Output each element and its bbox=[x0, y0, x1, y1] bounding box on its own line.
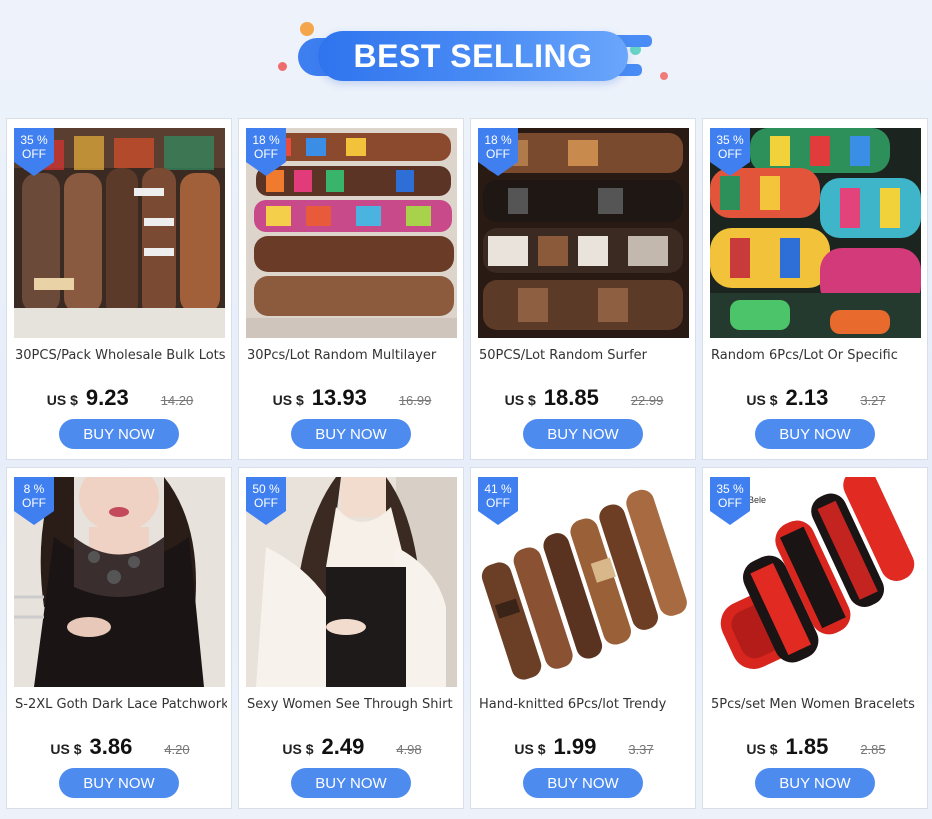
discount-badge: 8 % OFF bbox=[14, 477, 54, 525]
discount-badge: 35 % OFF bbox=[14, 128, 54, 176]
buy-now-button[interactable]: BUY NOW bbox=[755, 419, 875, 449]
discount-percent: 18 % bbox=[484, 133, 512, 147]
price-row: US $ 3.86 4.20 bbox=[7, 734, 233, 759]
discount-off: OFF bbox=[486, 147, 510, 161]
old-price: 22.99 bbox=[630, 393, 664, 408]
product-card[interactable]: 50 % OFF Sexy Women See Through Shirt US… bbox=[238, 467, 464, 809]
currency: US $ bbox=[50, 741, 82, 757]
header-banner: BEST SELLING bbox=[0, 0, 932, 110]
product-title[interactable]: 30PCS/Pack Wholesale Bulk Lots bbox=[15, 348, 227, 363]
price-row: US $ 18.85 22.99 bbox=[471, 385, 697, 410]
old-price: 4.20 bbox=[164, 742, 190, 757]
discount-off: OFF bbox=[22, 147, 46, 161]
old-price: 3.27 bbox=[860, 393, 886, 408]
price: 2.49 bbox=[321, 734, 365, 759]
product-card[interactable]: 8 % OFF S-2XL Goth Dark Lace Patchwork U… bbox=[6, 467, 232, 809]
buy-now-button[interactable]: BUY NOW bbox=[59, 419, 179, 449]
product-card[interactable]: 41 % OFF Hand-knitted 6Pcs/lot Trendy US… bbox=[470, 467, 696, 809]
price: 9.23 bbox=[85, 385, 129, 410]
product-title[interactable]: S-2XL Goth Dark Lace Patchwork bbox=[15, 697, 227, 712]
currency: US $ bbox=[282, 741, 314, 757]
discount-percent: 8 % bbox=[23, 482, 45, 496]
image-watermark-text: Bele bbox=[748, 495, 766, 505]
currency: US $ bbox=[746, 741, 778, 757]
buy-now-button[interactable]: BUY NOW bbox=[755, 768, 875, 798]
discount-off: OFF bbox=[254, 496, 278, 510]
product-title[interactable]: 5Pcs/set Men Women Bracelets bbox=[711, 697, 923, 712]
discount-badge: 41 % OFF bbox=[478, 477, 518, 525]
price-row: US $ 1.99 3.37 bbox=[471, 734, 697, 759]
product-card[interactable]: Bele 35 % OFF 5Pcs/set Men Women Bracele… bbox=[702, 467, 928, 809]
currency: US $ bbox=[504, 392, 536, 408]
product-grid: 35 % OFF 30PCS/Pack Wholesale Bulk Lots … bbox=[6, 118, 928, 809]
product-card[interactable]: 35 % OFF Random 6Pcs/Lot Or Specific US … bbox=[702, 118, 928, 460]
old-price: 4.98 bbox=[396, 742, 422, 757]
price: 3.86 bbox=[89, 734, 133, 759]
product-card[interactable]: 35 % OFF 30PCS/Pack Wholesale Bulk Lots … bbox=[6, 118, 232, 460]
currency: US $ bbox=[46, 392, 78, 408]
discount-badge: 50 % OFF bbox=[246, 477, 286, 525]
buy-now-button[interactable]: BUY NOW bbox=[291, 768, 411, 798]
buy-now-button[interactable]: BUY NOW bbox=[523, 768, 643, 798]
buy-now-button[interactable]: BUY NOW bbox=[291, 419, 411, 449]
product-card[interactable]: 18 % OFF 50PCS/Lot Random Surfer US $ 18… bbox=[470, 118, 696, 460]
price: 1.99 bbox=[553, 734, 597, 759]
decor-dot bbox=[300, 22, 314, 36]
product-card[interactable]: 18 % OFF 30Pcs/Lot Random Multilayer US … bbox=[238, 118, 464, 460]
buy-now-button[interactable]: BUY NOW bbox=[59, 768, 179, 798]
discount-off: OFF bbox=[254, 147, 278, 161]
currency: US $ bbox=[514, 741, 546, 757]
price: 13.93 bbox=[311, 385, 367, 410]
old-price: 3.37 bbox=[628, 742, 654, 757]
discount-badge: 18 % OFF bbox=[478, 128, 518, 176]
price-row: US $ 13.93 16.99 bbox=[239, 385, 465, 410]
discount-off: OFF bbox=[718, 147, 742, 161]
price: 18.85 bbox=[543, 385, 599, 410]
price-row: US $ 2.13 3.27 bbox=[703, 385, 929, 410]
old-price: 2.85 bbox=[860, 742, 886, 757]
discount-badge: 35 % OFF bbox=[710, 128, 750, 176]
discount-percent: 35 % bbox=[20, 133, 48, 147]
price: 2.13 bbox=[785, 385, 829, 410]
discount-off: OFF bbox=[718, 496, 742, 510]
decor-dot bbox=[278, 62, 287, 71]
price-row: US $ 9.23 14.20 bbox=[7, 385, 233, 410]
discount-percent: 50 % bbox=[252, 482, 280, 496]
page-title: BEST SELLING bbox=[353, 37, 593, 74]
old-price: 14.20 bbox=[160, 393, 194, 408]
old-price: 16.99 bbox=[398, 393, 432, 408]
product-title[interactable]: Hand-knitted 6Pcs/lot Trendy bbox=[479, 697, 691, 712]
buy-now-button[interactable]: BUY NOW bbox=[523, 419, 643, 449]
product-title[interactable]: 50PCS/Lot Random Surfer bbox=[479, 348, 691, 363]
discount-percent: 35 % bbox=[716, 133, 744, 147]
currency: US $ bbox=[272, 392, 304, 408]
discount-badge: 35 % OFF bbox=[710, 477, 750, 525]
product-title[interactable]: 30Pcs/Lot Random Multilayer bbox=[247, 348, 459, 363]
discount-off: OFF bbox=[22, 496, 46, 510]
price-row: US $ 2.49 4.98 bbox=[239, 734, 465, 759]
discount-percent: 18 % bbox=[252, 133, 280, 147]
discount-off: OFF bbox=[486, 496, 510, 510]
currency: US $ bbox=[746, 392, 778, 408]
discount-percent: 41 % bbox=[484, 482, 512, 496]
discount-percent: 35 % bbox=[716, 482, 744, 496]
price: 1.85 bbox=[785, 734, 829, 759]
discount-badge: 18 % OFF bbox=[246, 128, 286, 176]
product-title[interactable]: Sexy Women See Through Shirt bbox=[247, 697, 459, 712]
decor-dot bbox=[660, 72, 668, 80]
price-row: US $ 1.85 2.85 bbox=[703, 734, 929, 759]
product-title[interactable]: Random 6Pcs/Lot Or Specific bbox=[711, 348, 923, 363]
